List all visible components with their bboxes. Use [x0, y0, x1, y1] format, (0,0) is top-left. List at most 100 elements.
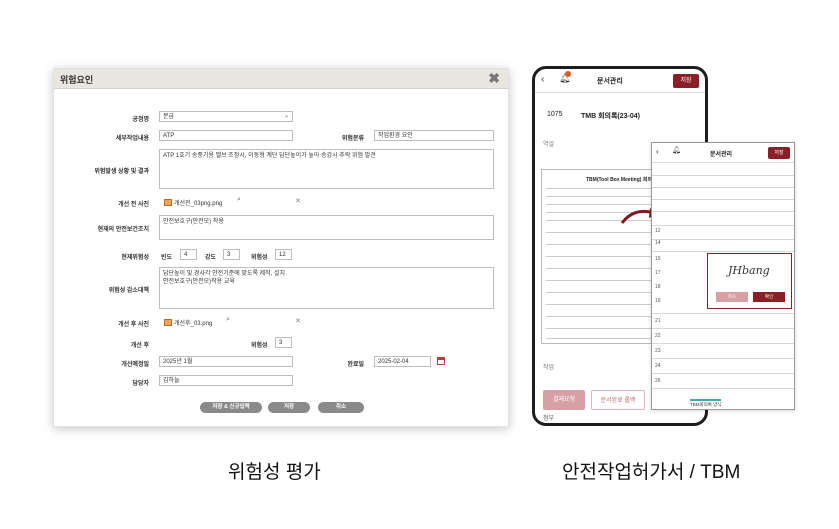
signature-popup: JHbang 취소 확인: [707, 253, 792, 309]
before-photo-label: 개선 전 사진: [118, 202, 149, 208]
after-label: 개선 후: [130, 343, 149, 349]
image-file-icon: [164, 319, 172, 326]
after-risk-label: 위험성: [251, 343, 268, 349]
approve-request-button[interactable]: 결재요청: [543, 390, 585, 410]
section-label: 역얼: [543, 142, 555, 148]
magnifier-icon[interactable]: ⌕: [226, 316, 230, 324]
work-detail-label: 세부작업내용: [115, 136, 149, 142]
before-photo-file[interactable]: 개선전_03png.png: [164, 198, 222, 207]
image-file-icon: [164, 199, 172, 206]
work-detail-input[interactable]: ATP: [159, 130, 293, 141]
situation-label: 위험발생 상황 및 결과: [94, 169, 149, 175]
back-icon[interactable]: ‹: [656, 147, 659, 156]
row-number: 21: [655, 318, 661, 324]
grid-line: [652, 225, 794, 226]
complete-rollback-button[interactable]: 문서완료 롤백: [591, 390, 645, 410]
row-number: 17: [655, 270, 661, 276]
reduction-label: 위험성 감소대책: [108, 288, 149, 294]
doc-heading: TBM(Tool Box Meeting) 회의록: [586, 177, 657, 183]
current-measure-textarea[interactable]: 안전보호구(안전모) 착용: [159, 215, 494, 240]
manager-input[interactable]: 김하늘: [159, 375, 293, 386]
freq-input[interactable]: 4: [180, 249, 197, 260]
after-risk-input[interactable]: 3: [275, 337, 292, 348]
phone-zoom-panel: ‹ 🔔︎ 문서관리 저장 12 14 15 17 18 19 21 22 23 …: [651, 142, 795, 410]
calendar-icon[interactable]: [437, 357, 445, 365]
row-number: 26: [655, 378, 661, 384]
row-number: 14: [655, 240, 661, 246]
row-number: 22: [655, 333, 661, 339]
phone2-header: ‹ 🔔︎ 문서관리 저장: [652, 143, 794, 163]
delete-icon[interactable]: ✕: [295, 197, 301, 205]
cancel-button[interactable]: 취소: [318, 402, 364, 413]
grid-line: [652, 239, 794, 240]
chevron-down-icon: ⌄: [283, 113, 289, 119]
back-icon[interactable]: ‹: [541, 74, 544, 85]
manager-label: 담당자: [132, 381, 149, 387]
phone2-title: 문서관리: [710, 152, 733, 158]
attach-label: 첨부: [543, 416, 555, 422]
risk-label: 위험성: [251, 255, 268, 261]
freq-label: 빈도: [161, 255, 173, 261]
signature-ok-button[interactable]: 확인: [753, 292, 785, 302]
process-label: 공정명: [132, 117, 149, 123]
before-photo-filename: 개선전_03png.png: [174, 201, 223, 207]
done-date-label: 완료일: [347, 362, 364, 368]
risk-category-input[interactable]: 작업환경 요인: [374, 130, 494, 141]
caption-left: 위험성 평가: [228, 462, 321, 483]
magnifier-icon[interactable]: ⌕: [237, 196, 241, 204]
after-photo-label: 개선 후 사진: [118, 322, 149, 328]
phone-save-button[interactable]: 저장: [673, 74, 699, 88]
doc-name: TMB 회의록(23-04): [581, 113, 640, 120]
row-number: 12: [655, 228, 661, 234]
sheet-tab[interactable]: TBM회의록 양식: [690, 399, 722, 408]
severity-input[interactable]: 3: [223, 249, 240, 260]
current-measure-label: 현재의 안전보건조치: [97, 227, 149, 233]
severity-label: 강도: [205, 255, 217, 261]
notification-badge: [565, 71, 571, 77]
phone-header: ‹ 🔔︎ 문서관리 저장: [535, 69, 705, 93]
caption-right: 안전작업허가서 / TBM: [562, 462, 741, 483]
work-label: 작업: [543, 365, 555, 371]
current-risk-label: 현재위험성: [121, 255, 149, 261]
situation-textarea[interactable]: ATP 1호기 송풍기용 밸브 조정시, 이동형 계단 답단높이가 높아 승강시…: [159, 149, 494, 189]
save-button[interactable]: 저장: [268, 402, 310, 413]
dialog-title: 위험요인: [60, 75, 94, 85]
after-photo-file[interactable]: 개선후_03.png: [164, 318, 212, 327]
grid-line: [652, 358, 794, 359]
row-number: 15: [655, 256, 661, 262]
delete-icon[interactable]: ✕: [295, 317, 301, 325]
dialog-header: 위험요인 ✖: [54, 69, 508, 89]
risk-factor-dialog: 위험요인 ✖ 공정명 분급 ⌄ 세부작업내용 ATP 위험분류 작업환경 요인 …: [53, 68, 509, 427]
bell-icon[interactable]: 🔔︎: [672, 146, 681, 154]
process-select[interactable]: 분급 ⌄: [159, 111, 293, 122]
reduction-textarea[interactable]: 답단높이 및 경사각 안전기준에 맞도록 제작, 설치 안전보호구(안전모)착용…: [159, 267, 494, 309]
process-value: 분급: [163, 114, 175, 120]
done-date-input[interactable]: 2025-02-04: [374, 356, 431, 367]
save-and-new-button[interactable]: 저장 & 신규입력: [200, 402, 262, 413]
signature-cancel-button[interactable]: 취소: [716, 292, 748, 302]
row-number: 18: [655, 284, 661, 290]
row-number: 19: [655, 298, 661, 304]
risk-input[interactable]: 12: [275, 249, 292, 260]
grid-line: [652, 313, 794, 314]
doc-number: 1075: [547, 111, 563, 118]
grid-line: [652, 388, 794, 389]
planned-date-input[interactable]: 2025년 1월: [159, 356, 293, 367]
grid-line: [652, 175, 794, 176]
grid-line: [652, 328, 794, 329]
grid-line: [652, 251, 794, 252]
risk-category-label: 위험분류: [341, 136, 364, 142]
grid-line: [652, 199, 794, 200]
phone2-save-button[interactable]: 저장: [768, 147, 790, 159]
close-icon[interactable]: ✖: [488, 71, 500, 85]
grid-line: [652, 187, 794, 188]
screenshot-canvas: 위험요인 ✖ 공정명 분급 ⌄ 세부작업내용 ATP 위험분류 작업환경 요인 …: [0, 0, 839, 529]
grid-line: [652, 373, 794, 374]
phone-title: 문서관리: [597, 78, 623, 85]
signature-text: JHbang: [728, 264, 770, 277]
row-number: 23: [655, 348, 661, 354]
grid-line: [652, 343, 794, 344]
after-photo-filename: 개선후_03.png: [174, 321, 213, 327]
row-number: 24: [655, 363, 661, 369]
planned-date-label: 개선예정일: [121, 362, 149, 368]
